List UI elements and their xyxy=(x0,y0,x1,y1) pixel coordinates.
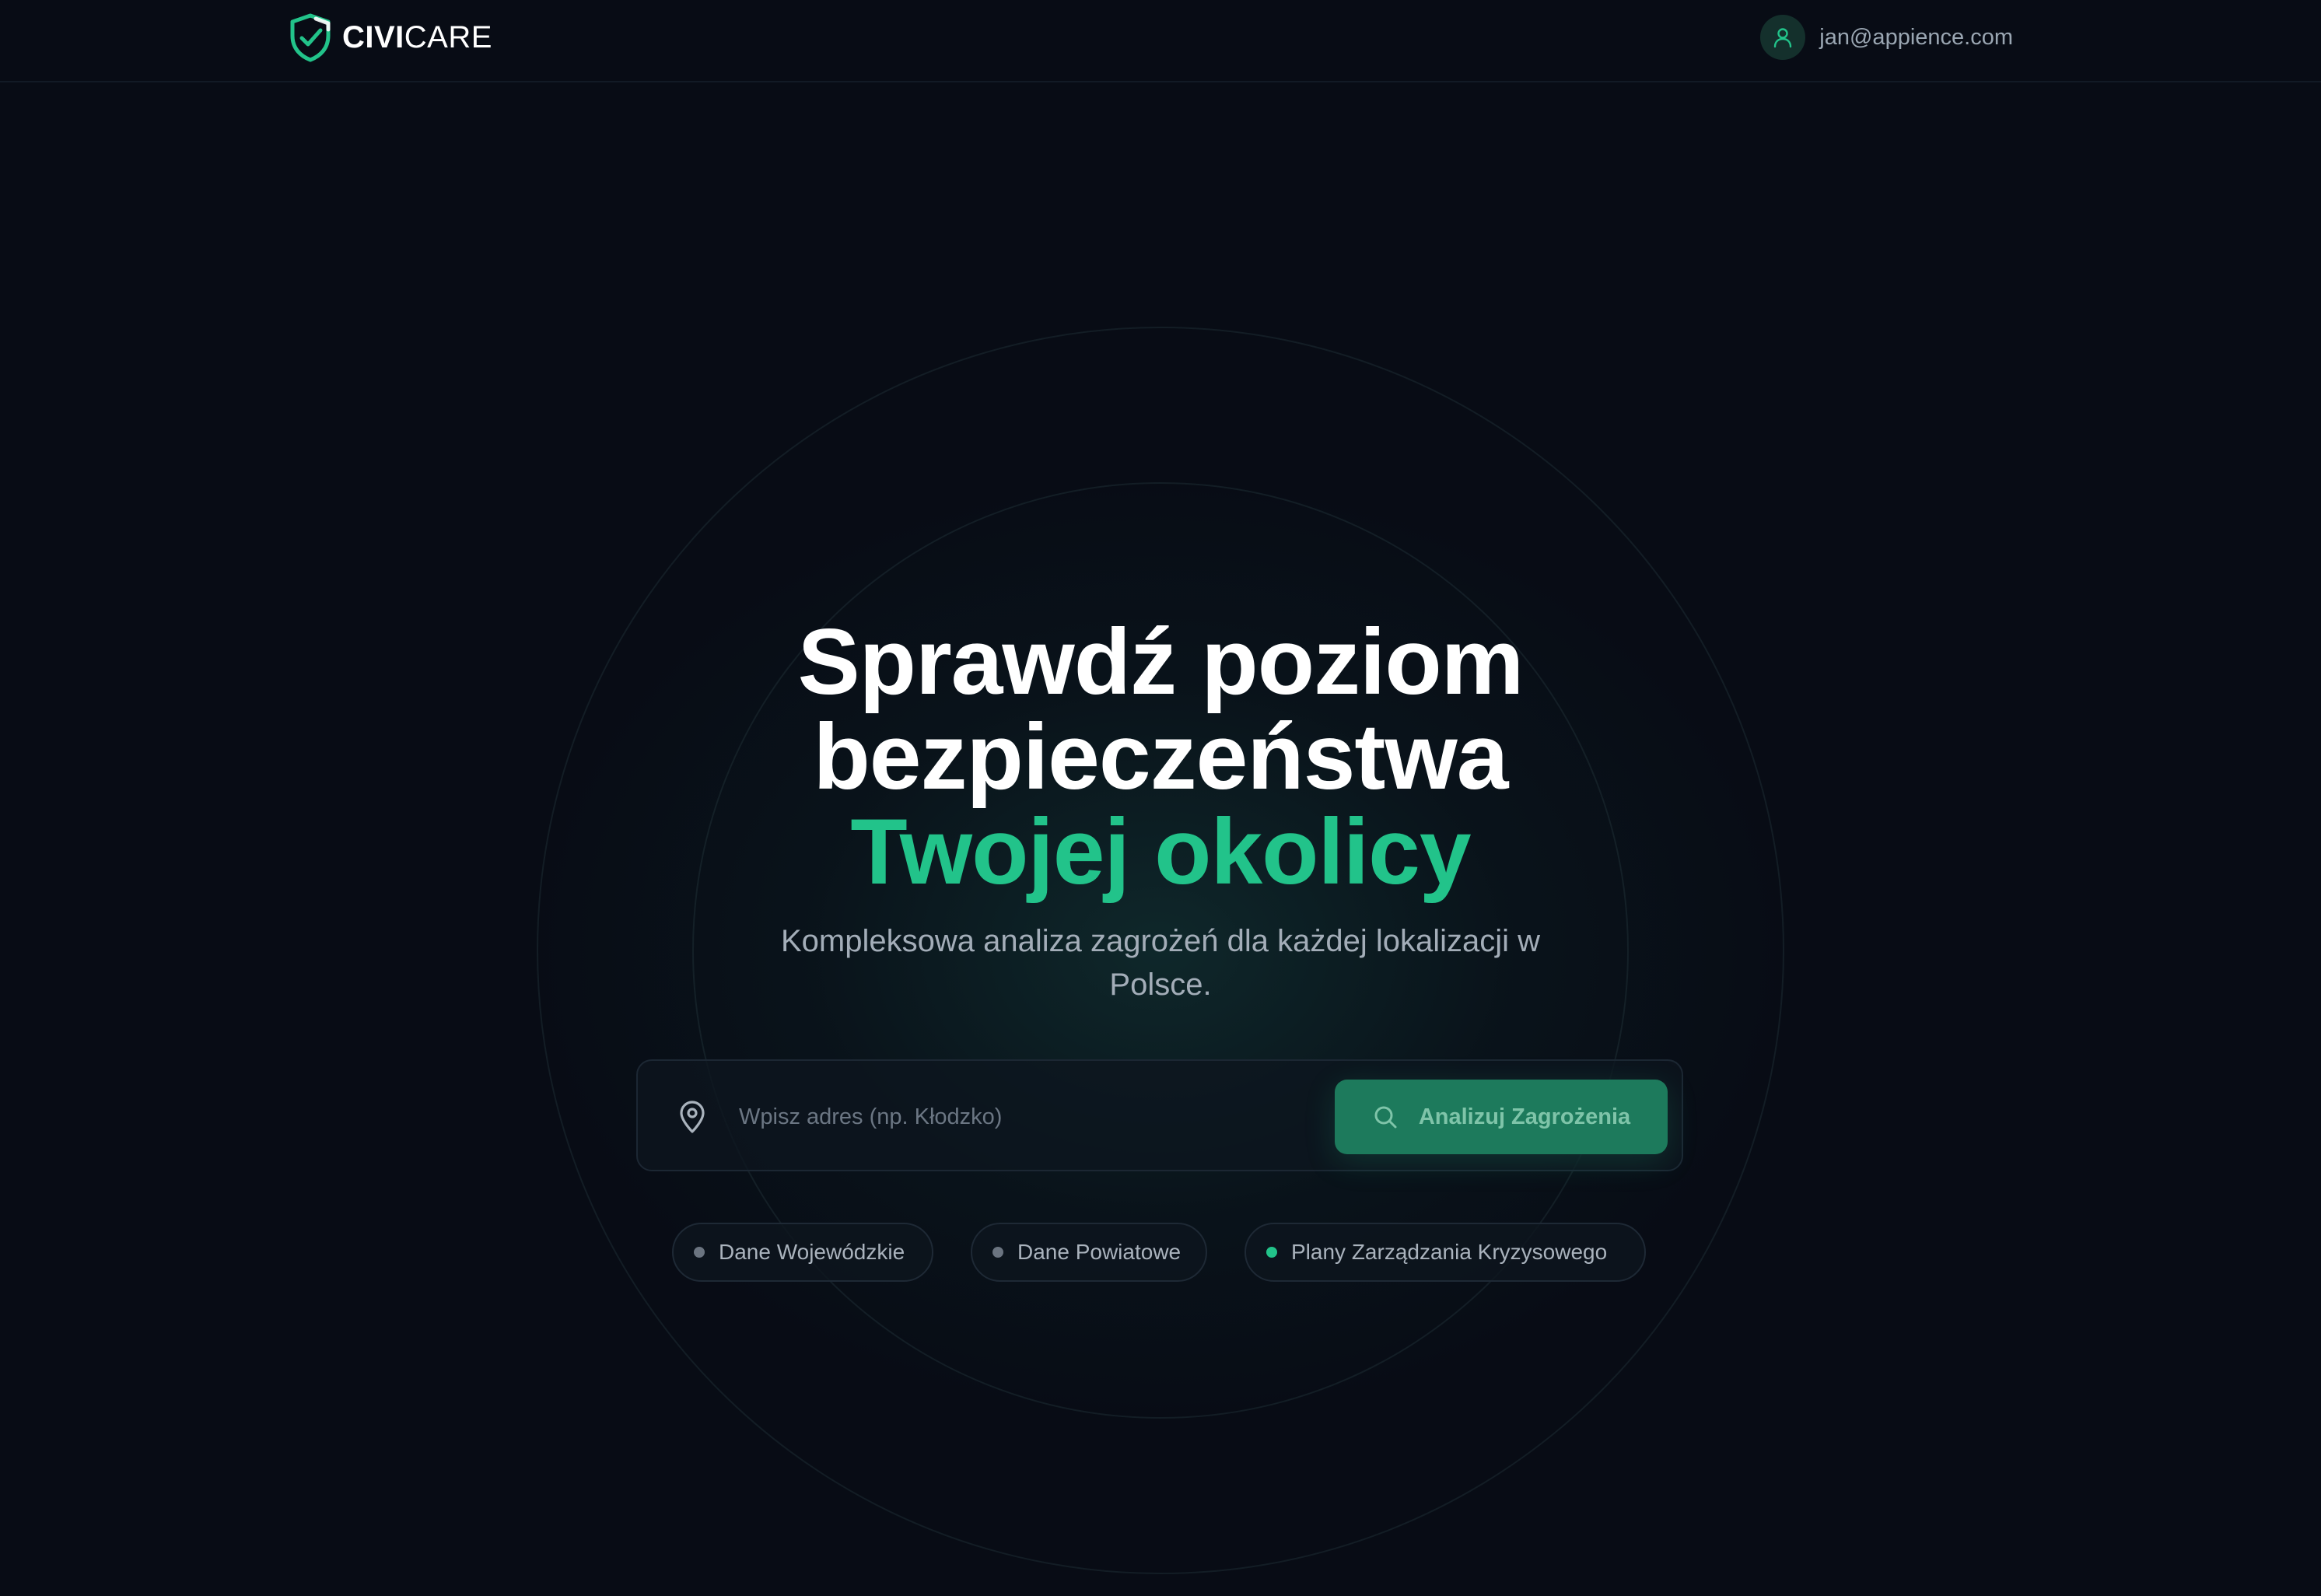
data-source-chip-county: Dane Powiatowe xyxy=(971,1223,1207,1282)
address-input[interactable] xyxy=(737,1089,1176,1145)
user-icon xyxy=(1774,28,1792,48)
analyze-threats-button[interactable]: Analizuj Zagrożenia xyxy=(1335,1080,1668,1154)
brand-name: CIVICARE xyxy=(342,20,492,55)
hero-title-line-1: Sprawdź poziom xyxy=(797,610,1525,714)
data-source-chip-voivodeship: Dane Wojewódzkie xyxy=(672,1223,933,1282)
brand-name-bold: CIVI xyxy=(342,19,404,54)
page: CIVICARE jan@appience.com Sprawdź poziom… xyxy=(0,0,2321,1596)
map-pin-icon xyxy=(680,1101,705,1133)
data-source-chip-crisis-plans: Plany Zarządzania Kryzysowego xyxy=(1245,1223,1646,1282)
user-email[interactable]: jan@appience.com xyxy=(1819,25,2013,51)
status-dot-active xyxy=(1266,1247,1277,1258)
data-source-label: Dane Wojewódzkie xyxy=(719,1240,905,1264)
status-dot xyxy=(992,1247,1003,1258)
brand-name-light: CARE xyxy=(404,19,492,54)
status-dot xyxy=(694,1247,705,1258)
hero-title-accent: Twojej okolicy xyxy=(850,800,1471,904)
hero-title: Sprawdź poziom bezpieczeństwa Twojej oko… xyxy=(0,614,2321,899)
avatar[interactable] xyxy=(1760,15,1806,60)
user-menu[interactable]: jan@appience.com xyxy=(1760,14,2013,61)
address-search-form: Analizuj Zagrożenia xyxy=(636,1059,1683,1171)
analyze-button-label: Analizuj Zagrożenia xyxy=(1418,1104,1631,1129)
brand-logo[interactable]: CIVICARE xyxy=(286,12,492,62)
search-icon xyxy=(1374,1106,1397,1129)
shield-check-icon xyxy=(290,13,331,62)
hero-title-line-2: bezpieczeństwa xyxy=(813,705,1509,809)
hero-subtitle: Kompleksowa analiza zagrożeń dla każdej … xyxy=(780,924,1541,1002)
top-header: CIVICARE jan@appience.com xyxy=(0,0,2321,82)
data-source-label: Dane Powiatowe xyxy=(1017,1240,1182,1264)
data-source-label: Plany Zarządzania Kryzysowego xyxy=(1291,1240,1608,1264)
